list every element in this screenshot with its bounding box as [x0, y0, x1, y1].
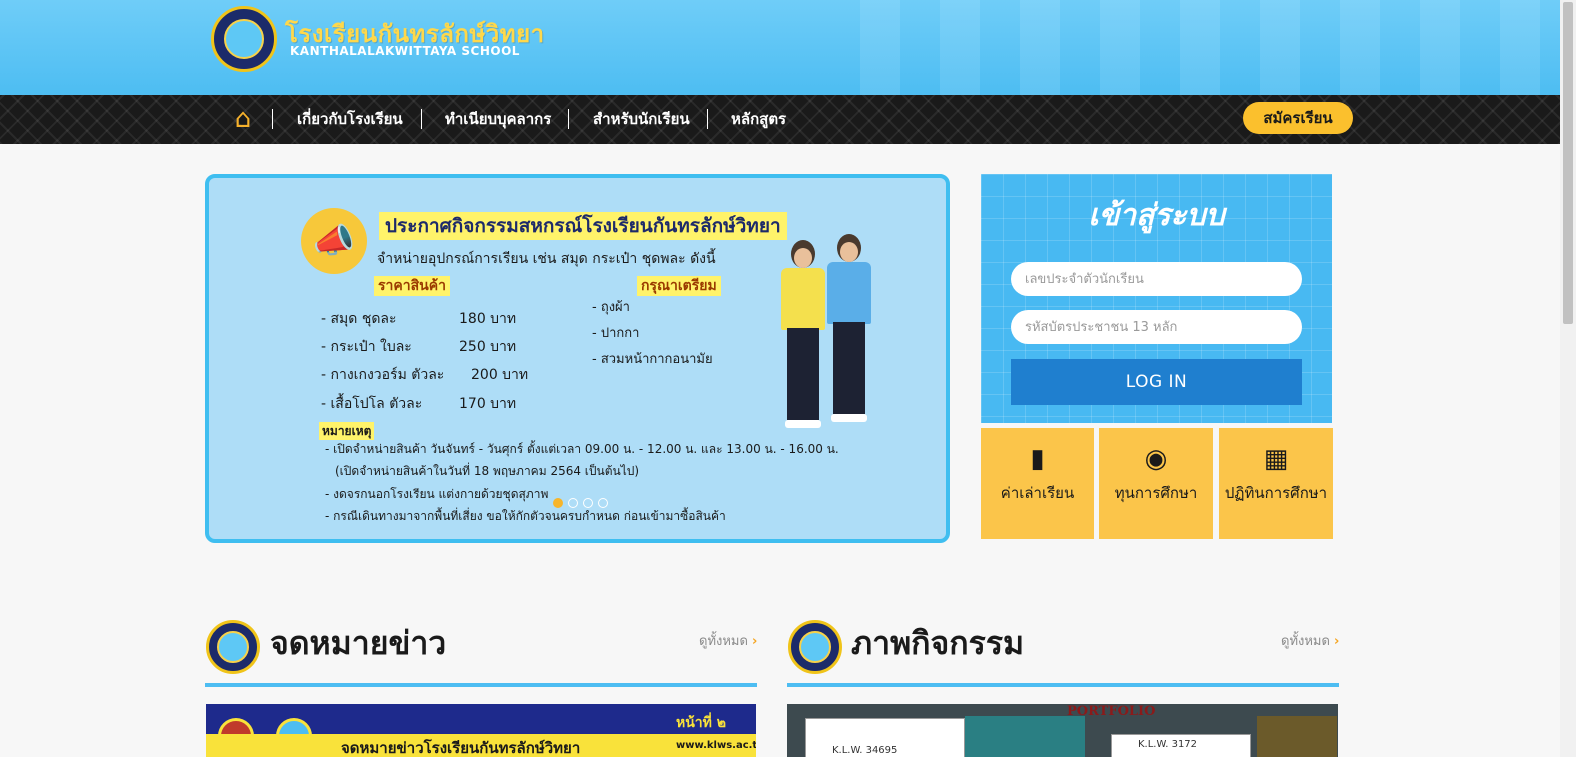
note-line: - เปิดจำหน่ายสินค้า วันจันทร์ - วันศุกร์…	[325, 442, 839, 456]
carousel-dot[interactable]	[568, 498, 578, 508]
banner-subtitle: จำหน่ายอุปกรณ์การเรียน เช่น สมุด กระเป๋า…	[377, 251, 716, 267]
home-icon[interactable]: ⌂	[228, 105, 258, 133]
price-value: 180 บาท	[459, 311, 517, 327]
carousel-dots	[553, 498, 608, 508]
price-value: 170 บาท	[459, 396, 517, 412]
portfolio-card: K.L.W. 34695	[805, 718, 965, 757]
nav-divider	[707, 109, 708, 129]
gallery-see-all-link[interactable]: ดูทั้งหมด ›	[1281, 630, 1339, 651]
nav-divider	[568, 109, 569, 129]
page-scrollbar[interactable]	[1560, 0, 1576, 757]
main-nav: ⌂ เกี่ยวกับโรงเรียน ทำเนียบบุคลากร สำหรั…	[0, 95, 1560, 144]
apply-button[interactable]: สมัครเรียน	[1243, 102, 1353, 134]
school-logo[interactable]	[211, 6, 277, 72]
news-thumbnail[interactable]: หน้าที่ ๒ จดหมายข่าวโรงเรียนกันทรลักษ์วิ…	[206, 704, 756, 757]
gallery-title: ภาพกิจกรรม	[851, 624, 1025, 662]
section-logo	[788, 620, 842, 674]
price-item: - กางเกงวอร์ม ตัวละ	[321, 367, 445, 383]
see-all-label: ดูทั้งหมด	[699, 634, 748, 649]
section-logo	[206, 620, 260, 674]
megaphone-icon: 📣	[301, 208, 367, 274]
login-title: เข้าสู่ระบบ	[1088, 198, 1225, 233]
announcement-banner[interactable]: 📣 ประกาศกิจกรรมสหกรณ์โรงเรียนกันทรลักษ์ว…	[205, 174, 950, 543]
portfolio-card-label: K.L.W. 34695	[832, 745, 898, 756]
price-heading: ราคาสินค้า	[374, 276, 450, 296]
note-line: - กรณีเดินทางมาจากพื้นที่เสี่ยง ขอให้กัก…	[325, 509, 726, 523]
price-row: - สมุด ชุดละ 180 บาท	[321, 308, 516, 330]
tile-label: ทุนการศึกษา	[1114, 484, 1198, 502]
price-item: - เสื้อโปโล ตัวละ	[321, 396, 423, 412]
login-panel: เข้าสู่ระบบ LOG IN	[981, 174, 1332, 423]
portfolio-card: K.L.W. 3172	[1111, 734, 1251, 757]
portfolio-card-label: K.L.W. 3172	[1138, 739, 1198, 750]
portfolio-label: PORTFOLIO	[1067, 704, 1156, 719]
nav-item-students[interactable]: สำหรับนักเรียน	[593, 107, 690, 131]
note-line: - งดจรกนอกโรงเรียน แต่งกายด้วยชุดสุภาพ	[325, 487, 549, 501]
nav-divider	[272, 109, 273, 129]
prepare-item: - สวมหน้ากากอนามัย	[592, 352, 713, 367]
nav-divider	[421, 109, 422, 129]
news-page-number: หน้าที่ ๒	[676, 715, 726, 731]
nav-item-personnel[interactable]: ทำเนียบบุคลากร	[445, 107, 551, 131]
price-value: 250 บาท	[459, 339, 517, 355]
note-line: (เปิดจำหน่ายสินค้าในวันที่ 18 พฤษภาคม 25…	[335, 464, 640, 478]
portfolio-block	[1257, 716, 1337, 757]
news-see-all-link[interactable]: ดูทั้งหมด ›	[699, 630, 757, 651]
price-row: - กางเกงวอร์ม ตัวละ 200 บาท	[321, 364, 528, 386]
prepare-item: - ปากกา	[592, 326, 640, 341]
tile-scholarship[interactable]: ◉ ทุนการศึกษา	[1099, 428, 1213, 539]
see-all-label: ดูทั้งหมด	[1281, 634, 1330, 649]
tile-calendar[interactable]: ▦ ปฏิทินการศึกษา	[1219, 428, 1333, 539]
price-row: - กระเป๋า ใบละ 250 บาท	[321, 336, 516, 358]
prepare-heading: กรุณาเตรียม	[637, 276, 721, 296]
tile-label: ค่าเล่าเรียน	[1000, 484, 1075, 502]
price-item: - สมุด ชุดละ	[321, 311, 397, 327]
price-row: - เสื้อโปโล ตัวละ 170 บาท	[321, 393, 516, 415]
site-header: โรงเรียนกันทรลักษ์วิทยา KANTHALALAKWITTA…	[0, 0, 1560, 95]
nav-item-about[interactable]: เกี่ยวกับโรงเรียน	[297, 107, 403, 131]
calendar-icon: ▦	[1263, 444, 1289, 474]
credit-card-icon: ▮	[1030, 444, 1045, 474]
note-heading: หมายเหตุ	[319, 422, 375, 440]
coins-icon: ◉	[1144, 444, 1168, 474]
portfolio-block	[965, 716, 1085, 757]
carousel-dot[interactable]	[598, 498, 608, 508]
student-photo-girl	[781, 240, 825, 430]
student-id-input[interactable]	[1011, 262, 1302, 296]
carousel-dot[interactable]	[553, 498, 563, 508]
carousel-dot[interactable]	[583, 498, 593, 508]
news-title: จดหมายข่าว	[270, 624, 447, 662]
school-name-en[interactable]: KANTHALALAKWITTAYA SCHOOL	[290, 44, 520, 58]
price-value: 200 บาท	[471, 367, 529, 383]
news-divider	[205, 683, 757, 687]
tile-tuition[interactable]: ▮ ค่าเล่าเรียน	[981, 428, 1094, 539]
prepare-item: - ถุงผ้า	[592, 300, 630, 315]
gallery-thumbnail[interactable]: K.L.W. 34695 PORTFOLIO K.L.W. 3172	[787, 704, 1338, 757]
chevron-right-icon: ›	[1333, 634, 1340, 649]
news-caption: จดหมายข่าวโรงเรียนกันทรลักษ์วิทยา	[341, 739, 581, 757]
login-button[interactable]: LOG IN	[1011, 359, 1302, 405]
news-url: www.klws.ac.th	[676, 740, 756, 751]
tile-label: ปฏิทินการศึกษา	[1224, 484, 1328, 502]
gallery-divider	[787, 683, 1339, 687]
price-item: - กระเป๋า ใบละ	[321, 339, 412, 355]
banner-title: ประกาศกิจกรรมสหกรณ์โรงเรียนกันทรลักษ์วิท…	[379, 212, 787, 240]
scrollbar-thumb[interactable]	[1563, 2, 1573, 324]
nav-item-curriculum[interactable]: หลักสูตร	[731, 107, 786, 131]
citizen-id-input[interactable]	[1011, 310, 1302, 344]
student-photo-boy	[827, 234, 871, 424]
chevron-right-icon: ›	[751, 634, 758, 649]
